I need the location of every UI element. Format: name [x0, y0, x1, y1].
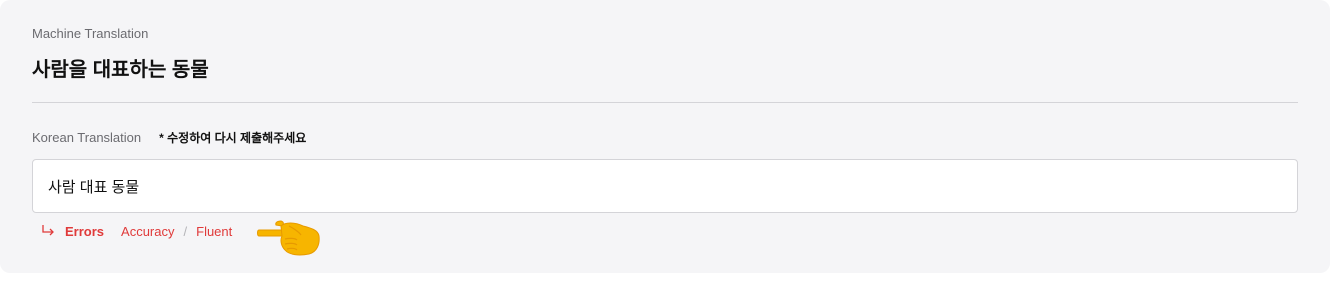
- machine-translation-text: 사람을 대표하는 동물: [32, 59, 209, 81]
- machine-translation-label: Machine Translation: [32, 26, 149, 41]
- error-tag-fluent[interactable]: Fluent: [196, 224, 232, 239]
- divider: [32, 102, 1298, 103]
- korean-translation-input[interactable]: 사람 대표 동물: [32, 159, 1298, 213]
- errors-title: Errors: [65, 223, 105, 239]
- pointing-hand-icon: [257, 220, 320, 256]
- errors-row: Errors Accuracy / Fluent: [41, 222, 232, 240]
- korean-translation-header: Korean Translation * 수정하여 다시 제출해주세요: [32, 129, 306, 145]
- korean-translation-label: Korean Translation: [32, 129, 142, 145]
- translation-card: Machine Translation 사람을 대표하는 동물 Korean T…: [0, 0, 1330, 273]
- error-separator: /: [183, 223, 188, 239]
- revision-note: * 수정하여 다시 제출해주세요: [159, 130, 307, 145]
- error-tag-accuracy[interactable]: Accuracy: [121, 224, 174, 239]
- return-arrow-icon: [42, 225, 54, 236]
